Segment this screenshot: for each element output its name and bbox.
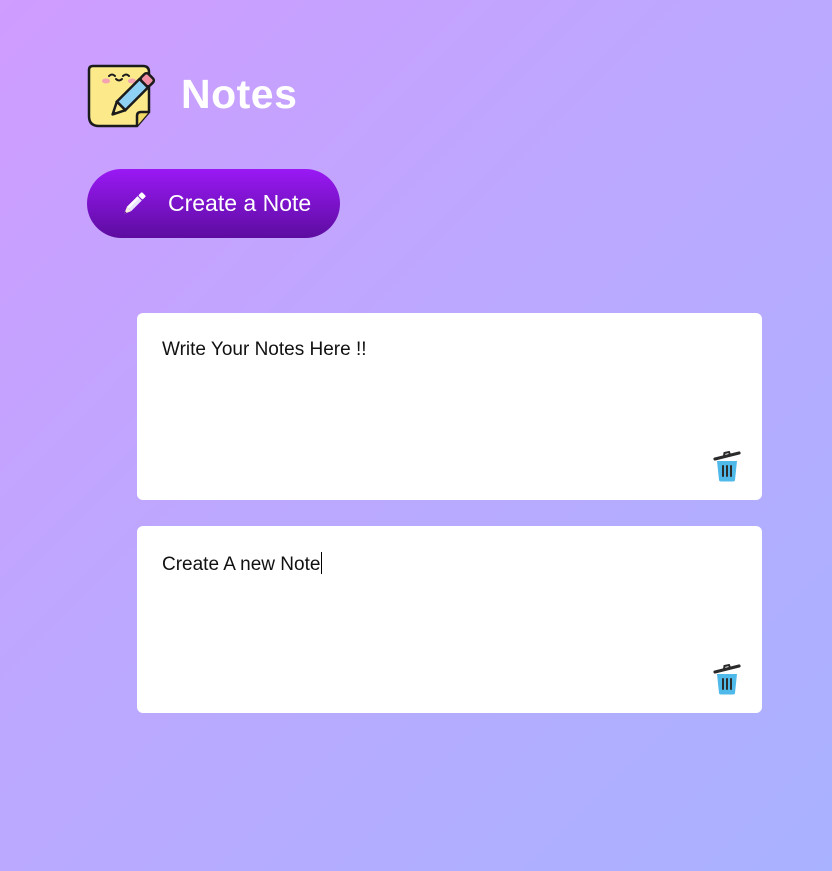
note-text-value: Create A new Note [162,554,321,575]
note-text[interactable]: Write Your Notes Here !! [162,339,367,361]
page-title: Notes [181,70,298,117]
note-card[interactable]: Create A new Note [137,526,762,713]
create-note-button[interactable]: Create a Note [87,169,340,238]
trash-icon[interactable] [712,450,742,482]
note-text-focused[interactable]: Create A new Note [162,552,323,576]
notes-list: Write Your Notes Here !! Create A new No… [137,313,762,739]
create-note-label: Create a Note [168,190,312,216]
text-caret [321,552,323,574]
pencil-icon [124,191,146,214]
trash-icon[interactable] [712,663,742,695]
note-card[interactable]: Write Your Notes Here !! [137,313,762,500]
sticky-note-pencil-icon [87,64,155,128]
app-header: Notes [87,60,297,128]
